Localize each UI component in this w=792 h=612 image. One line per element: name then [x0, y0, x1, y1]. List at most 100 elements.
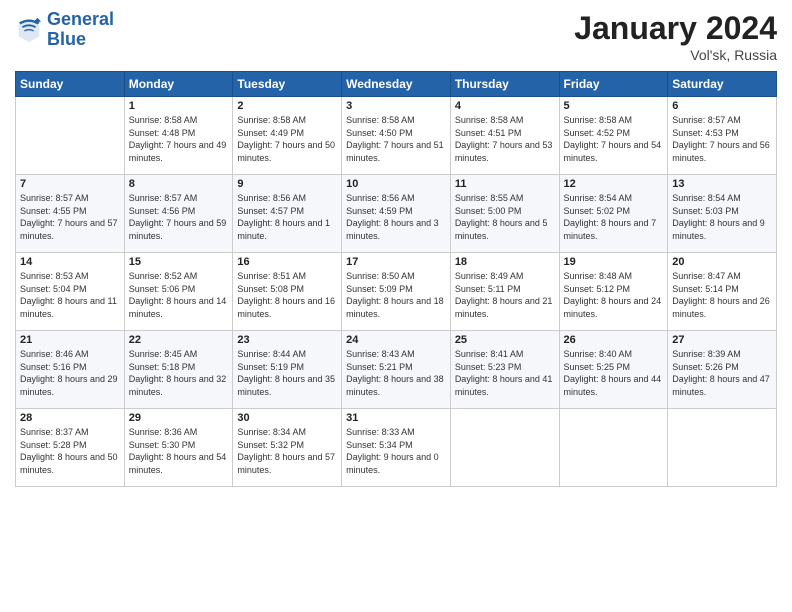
day-info: Sunrise: 8:51 AMSunset: 5:08 PMDaylight:… [237, 270, 337, 320]
day-number: 7 [20, 178, 120, 190]
day-info: Sunrise: 8:57 AMSunset: 4:55 PMDaylight:… [20, 192, 120, 242]
cell-w3-d2: 23 Sunrise: 8:44 AMSunset: 5:19 PMDayligh… [233, 331, 342, 409]
cell-w2-d4: 18 Sunrise: 8:49 AMSunset: 5:11 PMDayligh… [450, 253, 559, 331]
day-number: 16 [237, 256, 337, 268]
day-number: 30 [237, 412, 337, 424]
cell-w3-d1: 22 Sunrise: 8:45 AMSunset: 5:18 PMDayligh… [124, 331, 233, 409]
day-number: 20 [672, 256, 772, 268]
cell-w3-d3: 24 Sunrise: 8:43 AMSunset: 5:21 PMDayligh… [342, 331, 451, 409]
cell-w1-d3: 10Sunrise: 8:56 AMSunset: 4:59 PMDayligh… [342, 175, 451, 253]
day-number: 22 [129, 334, 229, 346]
day-info: Sunrise: 8:36 AMSunset: 5:30 PMDaylight:… [129, 426, 229, 476]
day-info: Sunrise: 8:58 AMSunset: 4:50 PMDaylight:… [346, 114, 446, 164]
day-info: Sunrise: 8:46 AMSunset: 5:16 PMDaylight:… [20, 348, 120, 398]
day-number: 15 [129, 256, 229, 268]
cell-w2-d2: 16 Sunrise: 8:51 AMSunset: 5:08 PMDayligh… [233, 253, 342, 331]
day-number: 27 [672, 334, 772, 346]
col-sunday: Sunday [16, 72, 125, 97]
cell-w3-d0: 21 Sunrise: 8:46 AMSunset: 5:16 PMDayligh… [16, 331, 125, 409]
week-row-2: 14 Sunrise: 8:53 AMSunset: 5:04 PMDayligh… [16, 253, 777, 331]
day-number: 25 [455, 334, 555, 346]
day-number: 28 [20, 412, 120, 424]
logo-line2: Blue [47, 29, 86, 49]
day-info: Sunrise: 8:44 AMSunset: 5:19 PMDaylight:… [237, 348, 337, 398]
day-info: Sunrise: 8:49 AMSunset: 5:11 PMDaylight:… [455, 270, 555, 320]
col-tuesday: Tuesday [233, 72, 342, 97]
day-info: Sunrise: 8:33 AMSunset: 5:34 PMDaylight:… [346, 426, 446, 476]
page-container: General Blue January 2024 Vol'sk, Russia… [0, 0, 792, 497]
cell-w4-d3: 31 Sunrise: 8:33 AMSunset: 5:34 PMDayligh… [342, 409, 451, 487]
day-info: Sunrise: 8:54 AMSunset: 5:02 PMDaylight:… [564, 192, 664, 242]
day-number: 14 [20, 256, 120, 268]
day-number: 2 [237, 100, 337, 112]
cell-w3-d6: 27 Sunrise: 8:39 AMSunset: 5:26 PMDayligh… [668, 331, 777, 409]
cell-w4-d1: 29 Sunrise: 8:36 AMSunset: 5:30 PMDayligh… [124, 409, 233, 487]
day-info: Sunrise: 8:40 AMSunset: 5:25 PMDaylight:… [564, 348, 664, 398]
day-info: Sunrise: 8:56 AMSunset: 4:57 PMDaylight:… [237, 192, 337, 242]
day-number: 29 [129, 412, 229, 424]
cell-w0-d4: 4Sunrise: 8:58 AMSunset: 4:51 PMDaylight… [450, 97, 559, 175]
cell-w0-d2: 2Sunrise: 8:58 AMSunset: 4:49 PMDaylight… [233, 97, 342, 175]
day-info: Sunrise: 8:52 AMSunset: 5:06 PMDaylight:… [129, 270, 229, 320]
day-number: 6 [672, 100, 772, 112]
day-info: Sunrise: 8:39 AMSunset: 5:26 PMDaylight:… [672, 348, 772, 398]
logo-icon [15, 16, 43, 44]
cell-w4-d0: 28 Sunrise: 8:37 AMSunset: 5:28 PMDayligh… [16, 409, 125, 487]
cell-w2-d5: 19Sunrise: 8:48 AMSunset: 5:12 PMDayligh… [559, 253, 668, 331]
day-info: Sunrise: 8:58 AMSunset: 4:51 PMDaylight:… [455, 114, 555, 164]
day-number: 21 [20, 334, 120, 346]
cell-w4-d4 [450, 409, 559, 487]
cell-w3-d4: 25 Sunrise: 8:41 AMSunset: 5:23 PMDayligh… [450, 331, 559, 409]
calendar-body: 1Sunrise: 8:58 AMSunset: 4:48 PMDaylight… [16, 97, 777, 487]
col-saturday: Saturday [668, 72, 777, 97]
day-number: 24 [346, 334, 446, 346]
cell-w2-d3: 17Sunrise: 8:50 AMSunset: 5:09 PMDayligh… [342, 253, 451, 331]
week-row-0: 1Sunrise: 8:58 AMSunset: 4:48 PMDaylight… [16, 97, 777, 175]
day-number: 9 [237, 178, 337, 190]
col-friday: Friday [559, 72, 668, 97]
logo-line1: General [47, 9, 114, 29]
cell-w2-d0: 14 Sunrise: 8:53 AMSunset: 5:04 PMDayligh… [16, 253, 125, 331]
day-number: 5 [564, 100, 664, 112]
logo-text: General Blue [47, 10, 114, 50]
day-number: 17 [346, 256, 446, 268]
title-block: January 2024 Vol'sk, Russia [574, 10, 777, 63]
day-number: 31 [346, 412, 446, 424]
col-monday: Monday [124, 72, 233, 97]
day-info: Sunrise: 8:53 AMSunset: 5:04 PMDaylight:… [20, 270, 120, 320]
day-info: Sunrise: 8:37 AMSunset: 5:28 PMDaylight:… [20, 426, 120, 476]
page-header: General Blue January 2024 Vol'sk, Russia [15, 10, 777, 63]
day-number: 8 [129, 178, 229, 190]
col-wednesday: Wednesday [342, 72, 451, 97]
day-number: 12 [564, 178, 664, 190]
cell-w2-d6: 20 Sunrise: 8:47 AMSunset: 5:14 PMDayligh… [668, 253, 777, 331]
day-info: Sunrise: 8:45 AMSunset: 5:18 PMDaylight:… [129, 348, 229, 398]
day-info: Sunrise: 8:41 AMSunset: 5:23 PMDaylight:… [455, 348, 555, 398]
day-number: 19 [564, 256, 664, 268]
cell-w2-d1: 15 Sunrise: 8:52 AMSunset: 5:06 PMDayligh… [124, 253, 233, 331]
day-info: Sunrise: 8:54 AMSunset: 5:03 PMDaylight:… [672, 192, 772, 242]
subtitle: Vol'sk, Russia [574, 47, 777, 63]
cell-w1-d6: 13Sunrise: 8:54 AMSunset: 5:03 PMDayligh… [668, 175, 777, 253]
cell-w0-d0 [16, 97, 125, 175]
cell-w0-d6: 6 Sunrise: 8:57 AMSunset: 4:53 PMDaylight… [668, 97, 777, 175]
cell-w4-d2: 30Sunrise: 8:34 AMSunset: 5:32 PMDayligh… [233, 409, 342, 487]
day-info: Sunrise: 8:55 AMSunset: 5:00 PMDaylight:… [455, 192, 555, 242]
day-number: 10 [346, 178, 446, 190]
day-number: 23 [237, 334, 337, 346]
col-thursday: Thursday [450, 72, 559, 97]
cell-w4-d5 [559, 409, 668, 487]
day-info: Sunrise: 8:57 AMSunset: 4:56 PMDaylight:… [129, 192, 229, 242]
cell-w1-d0: 7 Sunrise: 8:57 AMSunset: 4:55 PMDaylight… [16, 175, 125, 253]
day-info: Sunrise: 8:43 AMSunset: 5:21 PMDaylight:… [346, 348, 446, 398]
day-number: 26 [564, 334, 664, 346]
header-row: Sunday Monday Tuesday Wednesday Thursday… [16, 72, 777, 97]
logo: General Blue [15, 10, 114, 50]
cell-w0-d5: 5Sunrise: 8:58 AMSunset: 4:52 PMDaylight… [559, 97, 668, 175]
cell-w1-d5: 12 Sunrise: 8:54 AMSunset: 5:02 PMDayligh… [559, 175, 668, 253]
day-info: Sunrise: 8:47 AMSunset: 5:14 PMDaylight:… [672, 270, 772, 320]
week-row-1: 7 Sunrise: 8:57 AMSunset: 4:55 PMDaylight… [16, 175, 777, 253]
day-number: 18 [455, 256, 555, 268]
day-info: Sunrise: 8:57 AMSunset: 4:53 PMDaylight:… [672, 114, 772, 164]
month-title: January 2024 [574, 10, 777, 47]
